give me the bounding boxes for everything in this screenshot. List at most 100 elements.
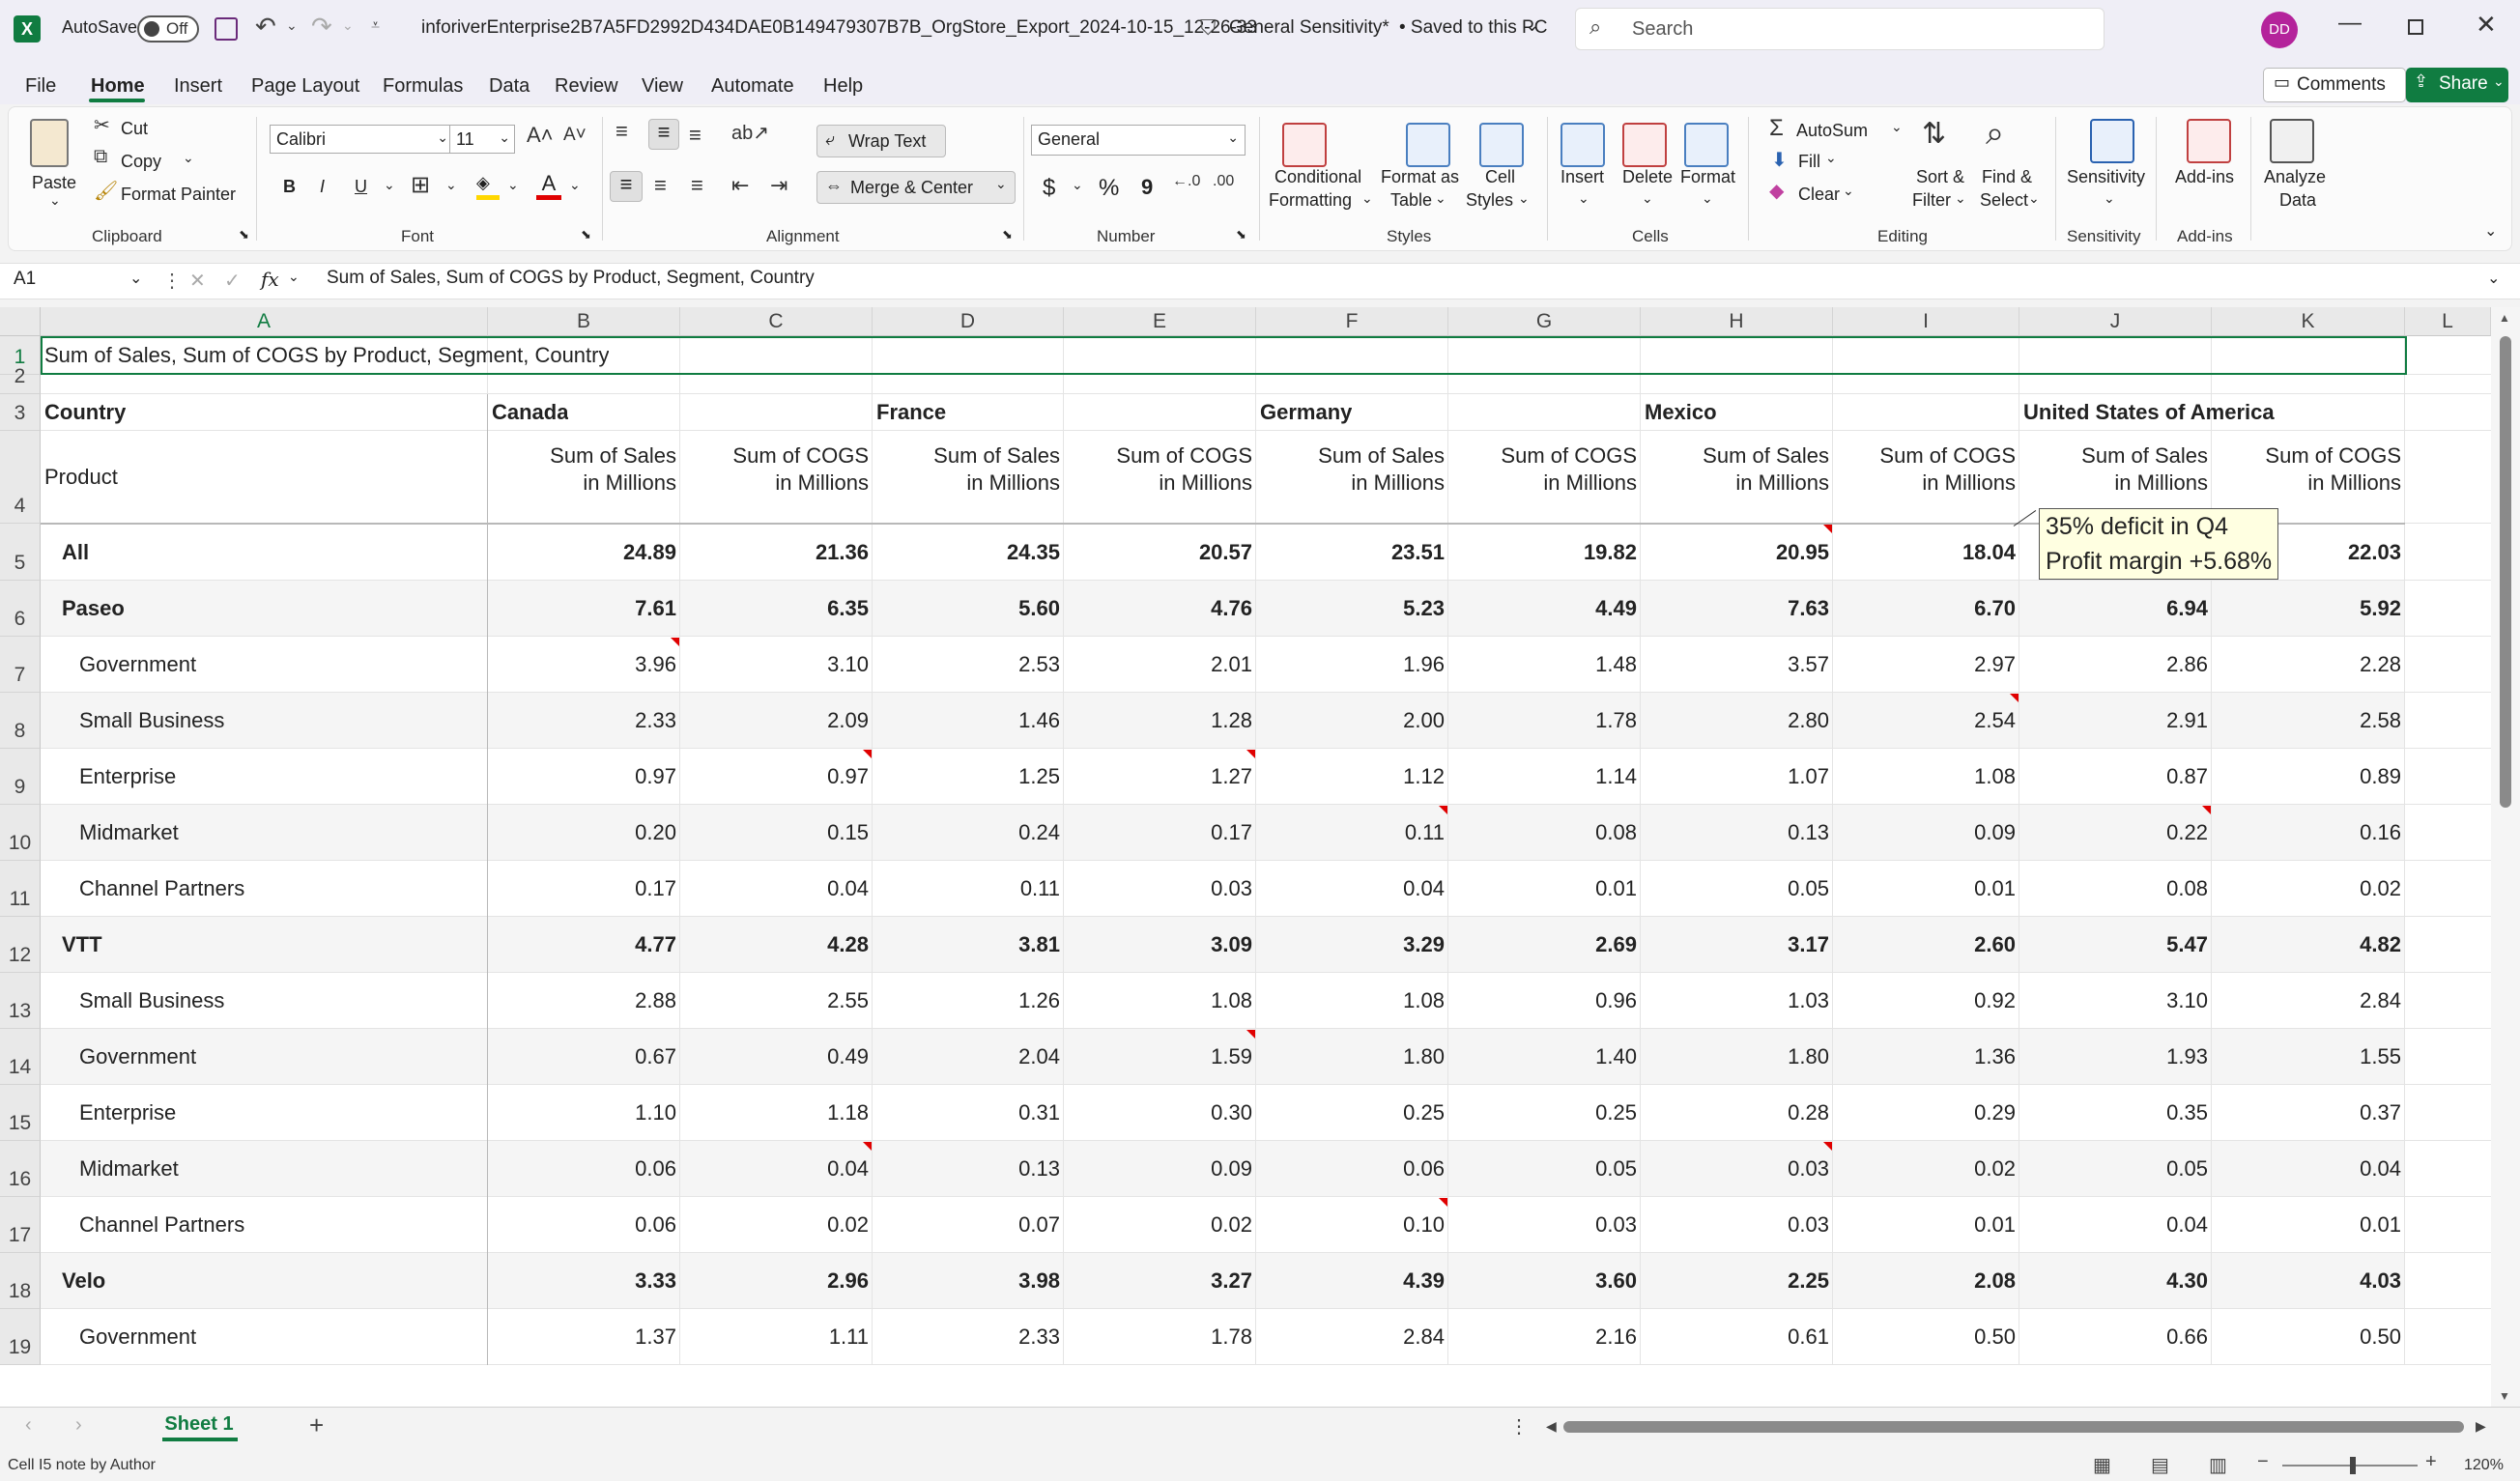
- select-all-corner[interactable]: [0, 307, 41, 336]
- zoom-slider-thumb[interactable]: [2350, 1457, 2356, 1474]
- redo-icon[interactable]: ↷: [311, 12, 332, 42]
- undo-dropdown-icon[interactable]: ⌄: [286, 17, 298, 34]
- fill-button[interactable]: Fill: [1798, 152, 1820, 172]
- tab-insert[interactable]: Insert: [174, 75, 222, 98]
- bold-button[interactable]: B: [283, 177, 296, 197]
- data-cell[interactable]: 0.04: [680, 861, 873, 917]
- data-cell[interactable]: 2.25: [1641, 1253, 1833, 1309]
- tab-page-layout[interactable]: Page Layout: [251, 75, 359, 98]
- share-button[interactable]: ⇪ Share ⌄: [2406, 68, 2508, 102]
- copy-chevron-icon[interactable]: ⌄: [183, 150, 194, 166]
- measure-header[interactable]: Sum of COGS in Millions: [680, 442, 873, 504]
- sensitivity-label[interactable]: General Sensitivity*: [1229, 17, 1389, 39]
- country-header[interactable]: Germany: [1260, 394, 1352, 431]
- row-label[interactable]: Small Business: [79, 973, 224, 1029]
- column-header-i[interactable]: I: [1833, 307, 2019, 336]
- product-header-label[interactable]: Product: [44, 431, 118, 524]
- data-cell[interactable]: 0.66: [2019, 1309, 2212, 1365]
- data-cell[interactable]: 2.96: [680, 1253, 873, 1309]
- row-label[interactable]: Paseo: [62, 581, 125, 637]
- scroll-down-icon[interactable]: ▼: [2499, 1389, 2510, 1403]
- analyze-data-button[interactable]: Analyze: [2264, 167, 2326, 187]
- data-cell[interactable]: 0.67: [488, 1029, 680, 1085]
- orientation-icon[interactable]: ab↗: [731, 121, 769, 145]
- row-header-13[interactable]: 13: [0, 973, 41, 1029]
- comments-button[interactable]: ▭ Comments: [2263, 68, 2406, 102]
- decrease-indent-icon[interactable]: ⇤: [731, 173, 749, 198]
- data-cell[interactable]: 2.84: [1256, 1309, 1448, 1365]
- data-cell[interactable]: 0.05: [2019, 1141, 2212, 1197]
- currency-button[interactable]: $: [1043, 175, 1055, 202]
- data-cell[interactable]: 0.04: [2212, 1141, 2405, 1197]
- data-cell[interactable]: 2.08: [1833, 1253, 2019, 1309]
- data-cell[interactable]: 2.97: [1833, 637, 2019, 693]
- tab-help[interactable]: Help: [823, 75, 863, 98]
- data-cell[interactable]: 0.09: [1833, 805, 2019, 861]
- measure-header[interactable]: Sum of Sales in Millions: [1641, 442, 1833, 504]
- data-cell[interactable]: 1.12: [1256, 749, 1448, 805]
- note-indicator-icon[interactable]: [1823, 1142, 1832, 1151]
- data-cell[interactable]: 2.16: [1448, 1309, 1641, 1365]
- undo-icon[interactable]: ↶: [255, 12, 276, 42]
- chevron-down-icon[interactable]: ⌄: [1361, 190, 1373, 207]
- page-break-view-icon[interactable]: ▥: [2209, 1453, 2227, 1477]
- save-status-chevron-icon[interactable]: ⌄: [1525, 15, 1539, 36]
- row-label[interactable]: All: [62, 524, 89, 581]
- data-cell[interactable]: 5.92: [2212, 581, 2405, 637]
- conditional-formatting-button-line2[interactable]: Formatting: [1269, 190, 1352, 211]
- data-cell[interactable]: 1.11: [680, 1309, 873, 1365]
- tab-formulas[interactable]: Formulas: [383, 75, 463, 98]
- data-cell[interactable]: 1.78: [1448, 693, 1641, 749]
- data-cell[interactable]: 2.84: [2212, 973, 2405, 1029]
- number-launcher-icon[interactable]: ⬊: [1236, 227, 1246, 242]
- data-cell[interactable]: 2.55: [680, 973, 873, 1029]
- analyze-data-icon[interactable]: [2270, 119, 2314, 163]
- data-cell[interactable]: 3.96: [488, 637, 680, 693]
- data-cell[interactable]: 3.57: [1641, 637, 1833, 693]
- data-cell[interactable]: 2.09: [680, 693, 873, 749]
- data-cell[interactable]: 1.25: [873, 749, 1064, 805]
- data-cell[interactable]: 0.22: [2019, 805, 2212, 861]
- data-cell[interactable]: 1.93: [2019, 1029, 2212, 1085]
- country-header[interactable]: Mexico: [1645, 394, 1717, 431]
- scroll-left-icon[interactable]: ◀: [1546, 1418, 1557, 1435]
- row-header-14[interactable]: 14: [0, 1029, 41, 1085]
- fx-chevron-icon[interactable]: ⌄: [288, 269, 300, 285]
- data-cell[interactable]: 0.08: [2019, 861, 2212, 917]
- tab-file[interactable]: File: [25, 75, 56, 98]
- data-cell[interactable]: 20.95: [1641, 524, 1833, 581]
- data-cell[interactable]: 4.76: [1064, 581, 1256, 637]
- data-cell[interactable]: 1.27: [1064, 749, 1256, 805]
- chevron-down-icon[interactable]: ⌄: [1955, 190, 1966, 207]
- data-cell[interactable]: 2.28: [2212, 637, 2405, 693]
- font-color-chevron-icon[interactable]: ⌄: [569, 177, 581, 193]
- italic-button[interactable]: I: [320, 177, 325, 197]
- data-cell[interactable]: 1.55: [2212, 1029, 2405, 1085]
- fill-color-icon[interactable]: ◈: [476, 173, 500, 200]
- chevron-down-icon[interactable]: ⌄: [1578, 190, 1589, 207]
- cut-icon[interactable]: ✂: [94, 113, 110, 137]
- redo-dropdown-icon[interactable]: ⌄: [342, 17, 354, 34]
- data-cell[interactable]: 1.80: [1256, 1029, 1448, 1085]
- borders-icon[interactable]: ⊞: [411, 171, 430, 199]
- tab-home[interactable]: Home: [91, 75, 145, 98]
- row-label[interactable]: Government: [79, 1309, 196, 1365]
- data-cell[interactable]: 0.04: [1256, 861, 1448, 917]
- row-header-17[interactable]: 17: [0, 1197, 41, 1253]
- row-header-8[interactable]: 8: [0, 693, 41, 749]
- format-cells-icon[interactable]: [1684, 123, 1729, 167]
- row-header-11[interactable]: 11: [0, 861, 41, 917]
- data-cell[interactable]: 0.01: [2212, 1197, 2405, 1253]
- paste-chevron-icon[interactable]: ⌄: [49, 192, 61, 209]
- data-cell[interactable]: 0.02: [1833, 1141, 2019, 1197]
- clear-icon[interactable]: ◆: [1769, 179, 1784, 203]
- cell-styles-icon[interactable]: [1479, 123, 1524, 167]
- search-box[interactable]: ⌕ Search: [1575, 8, 2105, 50]
- column-header-g[interactable]: G: [1448, 307, 1641, 336]
- autosum-button[interactable]: AutoSum: [1796, 121, 1868, 141]
- column-header-f[interactable]: F: [1256, 307, 1448, 336]
- borders-chevron-icon[interactable]: ⌄: [445, 177, 457, 193]
- data-cell[interactable]: 0.02: [2212, 861, 2405, 917]
- cell-styles-button[interactable]: Cell: [1485, 167, 1515, 187]
- format-painter-button[interactable]: Format Painter: [121, 185, 236, 205]
